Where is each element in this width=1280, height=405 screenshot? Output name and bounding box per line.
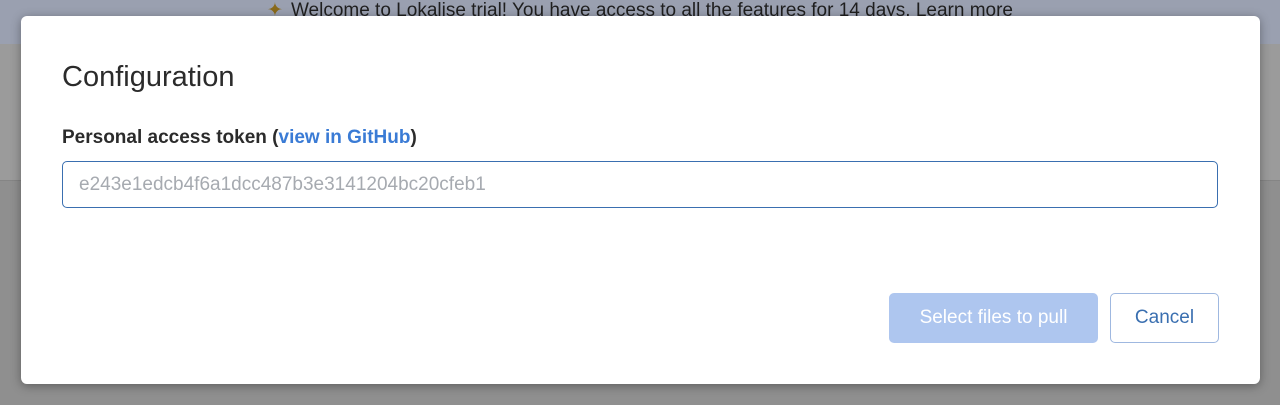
select-files-to-pull-button[interactable]: Select files to pull <box>889 293 1098 343</box>
personal-access-token-input[interactable] <box>62 161 1218 208</box>
cancel-button[interactable]: Cancel <box>1110 293 1219 343</box>
token-label-suffix: ) <box>410 127 417 148</box>
modal-title: Configuration <box>62 61 235 93</box>
view-in-github-link[interactable]: view in GitHub <box>279 127 411 148</box>
configuration-modal: Configuration Personal access token (vie… <box>21 16 1260 384</box>
token-field-label: Personal access token (view in GitHub) <box>62 126 417 150</box>
token-label-prefix: Personal access token ( <box>62 127 279 148</box>
